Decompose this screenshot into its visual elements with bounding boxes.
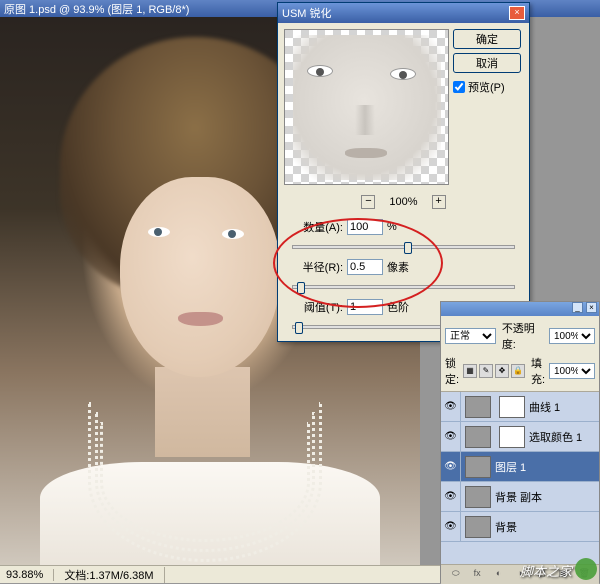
layer-list: 👁 曲线 1 👁 选取颜色 1 👁 图层 1 👁 背景 副本 👁 背景 <box>441 392 599 564</box>
layer-row[interactable]: 👁 曲线 1 <box>441 392 599 422</box>
layer-row[interactable]: 👁 背景 <box>441 512 599 542</box>
visibility-icon[interactable]: 👁 <box>441 392 461 422</box>
threshold-input[interactable] <box>347 299 383 315</box>
fx-icon[interactable]: fx <box>470 568 484 582</box>
ok-button[interactable]: 确定 <box>453 29 521 49</box>
radius-label: 半径(R): <box>288 259 343 275</box>
threshold-label: 阈值(T): <box>288 299 343 315</box>
layer-row[interactable]: 👁 背景 副本 <box>441 482 599 512</box>
blend-mode-select[interactable]: 正常 <box>445 328 496 344</box>
status-docsize: 文档:1.37M/6.38M <box>64 567 164 583</box>
layer-row[interactable]: 👁 图层 1 <box>441 452 599 482</box>
watermark-text: 脚本之家 <box>520 561 572 580</box>
close-icon[interactable]: × <box>509 6 525 20</box>
radius-slider[interactable] <box>292 285 515 289</box>
watermark-logo <box>575 558 597 580</box>
document-title: 原图 1.psd @ 93.9% (图层 1, RGB/8*) <box>4 1 189 17</box>
preview-area[interactable] <box>284 29 449 185</box>
radius-input[interactable] <box>347 259 383 275</box>
preview-checkbox[interactable]: 预览(P) <box>453 79 521 95</box>
link-icon[interactable]: ⬭ <box>449 568 463 582</box>
zoom-in-button[interactable]: + <box>432 195 446 209</box>
visibility-icon[interactable]: 👁 <box>441 422 461 452</box>
panel-close-icon[interactable]: × <box>586 302 597 313</box>
cancel-button[interactable]: 取消 <box>453 53 521 73</box>
panel-controls: _ × <box>441 302 599 316</box>
usm-sharpen-dialog: USM 锐化 × 确定 取消 预览(P) − 100% + 数量(A): % <box>277 2 530 342</box>
mask-icon[interactable]: ◐ <box>492 568 506 582</box>
amount-input[interactable] <box>347 219 383 235</box>
preview-checkbox-input[interactable] <box>453 81 465 93</box>
lock-all-icon[interactable]: 🔒 <box>511 364 525 378</box>
status-zoom: 93.88% <box>6 569 54 581</box>
amount-label: 数量(A): <box>288 219 343 235</box>
amount-slider[interactable] <box>292 245 515 249</box>
visibility-icon[interactable]: 👁 <box>441 512 461 542</box>
lock-transparency-icon[interactable]: ▦ <box>463 364 477 378</box>
lock-paint-icon[interactable]: ✎ <box>479 364 493 378</box>
layers-panel: _ × 正常 不透明度: 100% 锁定: ▦ ✎ ✥ 🔒 填充: 100% 👁… <box>440 301 600 583</box>
zoom-value: 100% <box>389 196 417 208</box>
fill-select[interactable]: 100% <box>549 363 595 379</box>
dialog-title: USM 锐化 <box>282 5 332 21</box>
dialog-titlebar[interactable]: USM 锐化 × <box>278 3 529 23</box>
visibility-icon[interactable]: 👁 <box>441 482 461 512</box>
visibility-icon[interactable]: 👁 <box>441 452 461 482</box>
opacity-select[interactable]: 100% <box>549 328 595 344</box>
layer-row[interactable]: 👁 选取颜色 1 <box>441 422 599 452</box>
minimize-icon[interactable]: _ <box>572 302 583 313</box>
lock-move-icon[interactable]: ✥ <box>495 364 509 378</box>
zoom-out-button[interactable]: − <box>361 195 375 209</box>
